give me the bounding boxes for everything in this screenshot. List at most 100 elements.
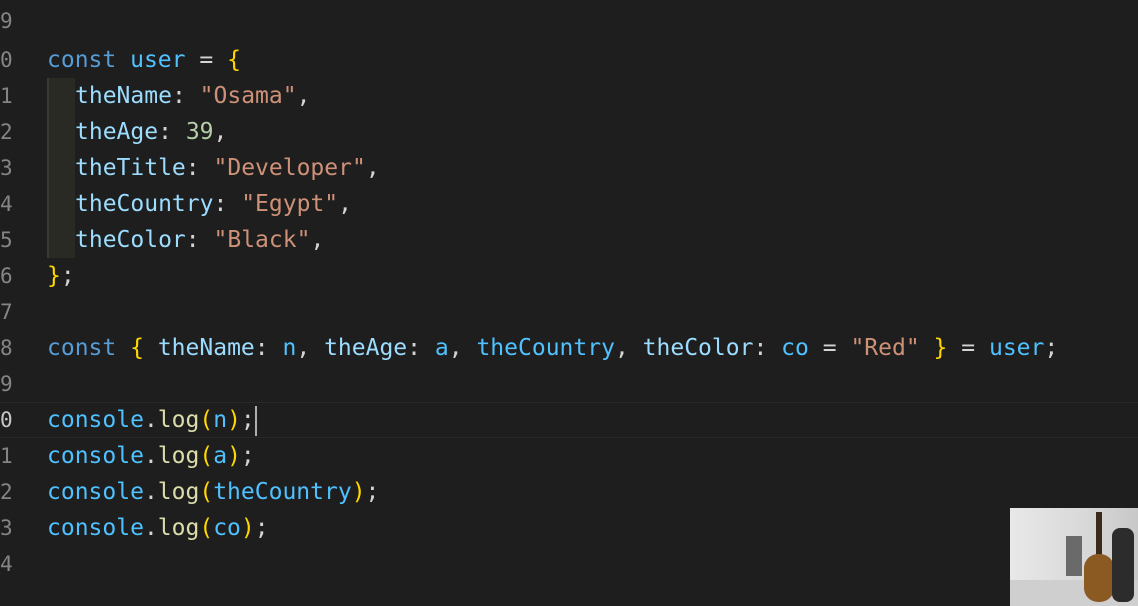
function: log	[157, 443, 200, 469]
text-cursor	[254, 405, 257, 436]
comma: ,	[365, 155, 380, 181]
variable: co	[213, 515, 241, 541]
line-number: 4	[0, 192, 13, 216]
webcam-overlay	[1010, 508, 1138, 606]
code-line[interactable]: const { theName: n, theAge: a, theCountr…	[47, 330, 1058, 366]
function: log	[157, 407, 200, 433]
code-line[interactable]: theTitle: "Developer",	[47, 150, 380, 186]
code-line[interactable]: const user = {	[47, 42, 241, 78]
code-line[interactable]: console.log(theCountry);	[47, 474, 379, 510]
function: log	[157, 515, 200, 541]
property: theAge	[324, 335, 408, 361]
indent-guide	[47, 114, 75, 150]
paren: (	[199, 443, 214, 469]
code-line[interactable]: theAge: 39,	[47, 114, 227, 150]
property: theCountry	[75, 191, 214, 217]
property: theName	[157, 335, 255, 361]
colon: :	[254, 335, 269, 361]
variable: a	[213, 443, 228, 469]
variable: theCountry	[213, 479, 352, 505]
operator: =	[822, 335, 837, 361]
code-line[interactable]: console.log(co);	[47, 510, 269, 546]
comma: ,	[296, 335, 311, 361]
variable: n	[282, 335, 297, 361]
comma: ,	[338, 191, 352, 217]
comma: ,	[614, 335, 629, 361]
guitar-body	[1084, 554, 1114, 602]
comma: ,	[213, 119, 228, 145]
variable: user	[988, 335, 1045, 361]
bracket: }	[933, 335, 948, 361]
code-editor[interactable]: 9 0 1 2 3 4 5 6 7 8 9 0 1 2 3 4 const us…	[0, 0, 1138, 606]
semicolon: ;	[240, 443, 255, 469]
variable: co	[781, 335, 809, 361]
dot: .	[143, 479, 158, 505]
semicolon: ;	[365, 479, 380, 505]
indent-guide	[47, 150, 75, 186]
comma: ,	[310, 227, 325, 253]
line-number: 3	[0, 156, 13, 180]
keyword: const	[47, 47, 117, 73]
code-line[interactable]: theColor: "Black",	[47, 222, 324, 258]
variable: console	[47, 515, 144, 541]
paren: )	[227, 443, 241, 469]
line-number: 6	[0, 264, 13, 288]
guitar-case	[1112, 528, 1134, 602]
line-number: 7	[0, 300, 13, 324]
variable: console	[47, 407, 144, 433]
colon: :	[158, 119, 172, 145]
variable: n	[213, 407, 228, 433]
indent-guide	[47, 222, 75, 258]
line-number: 1	[0, 84, 13, 108]
property: theTitle	[75, 155, 186, 181]
line-number: 5	[0, 228, 13, 252]
paren: (	[199, 479, 214, 505]
colon: :	[753, 335, 768, 361]
bracket: {	[130, 335, 144, 361]
colon: :	[407, 335, 422, 361]
semicolon: ;	[1044, 335, 1059, 361]
string-literal: "Developer"	[213, 155, 366, 181]
variable: console	[47, 443, 144, 469]
bracket: {	[227, 47, 241, 73]
bracket: }	[47, 263, 61, 289]
line-number: 2	[0, 120, 13, 144]
paren: (	[199, 407, 214, 433]
operator: =	[199, 47, 214, 73]
semicolon: ;	[254, 515, 269, 541]
colon: :	[185, 155, 200, 181]
paren: )	[351, 479, 366, 505]
line-number: 9	[0, 9, 13, 33]
line-number: 0	[0, 48, 13, 72]
code-line-active[interactable]: console.log(n);	[0, 402, 1137, 438]
line-number: 3	[0, 516, 13, 540]
webcam-frame-object	[1066, 536, 1082, 576]
variable: theCountry	[476, 335, 615, 361]
colon: :	[171, 83, 186, 109]
code-line[interactable]: theCountry: "Egypt",	[47, 186, 352, 222]
keyword: const	[47, 335, 117, 361]
string-literal: "Black"	[213, 227, 311, 253]
number-literal: 39	[185, 119, 214, 145]
semicolon: ;	[240, 407, 255, 433]
operator: =	[961, 335, 976, 361]
line-number-gutter: 9 0 1 2 3 4 5 6 7 8 9 0 1 2 3 4	[0, 0, 30, 606]
dot: .	[143, 407, 158, 433]
code-line[interactable]: theName: "Osama",	[47, 78, 310, 114]
paren: (	[199, 515, 214, 541]
paren: )	[227, 407, 241, 433]
code-line[interactable]: };	[47, 258, 75, 294]
code-line[interactable]: console.log(a);	[47, 438, 255, 474]
variable: a	[434, 335, 449, 361]
line-number: 1	[0, 444, 13, 468]
property: theName	[75, 83, 172, 109]
dot: .	[143, 515, 158, 541]
comma: ,	[448, 335, 463, 361]
paren: )	[240, 515, 255, 541]
property: theColor	[75, 227, 186, 253]
line-number: 4	[0, 552, 13, 576]
dot: .	[143, 443, 158, 469]
semicolon: ;	[60, 263, 75, 289]
string-literal: "Osama"	[199, 83, 297, 109]
variable: console	[47, 479, 144, 505]
